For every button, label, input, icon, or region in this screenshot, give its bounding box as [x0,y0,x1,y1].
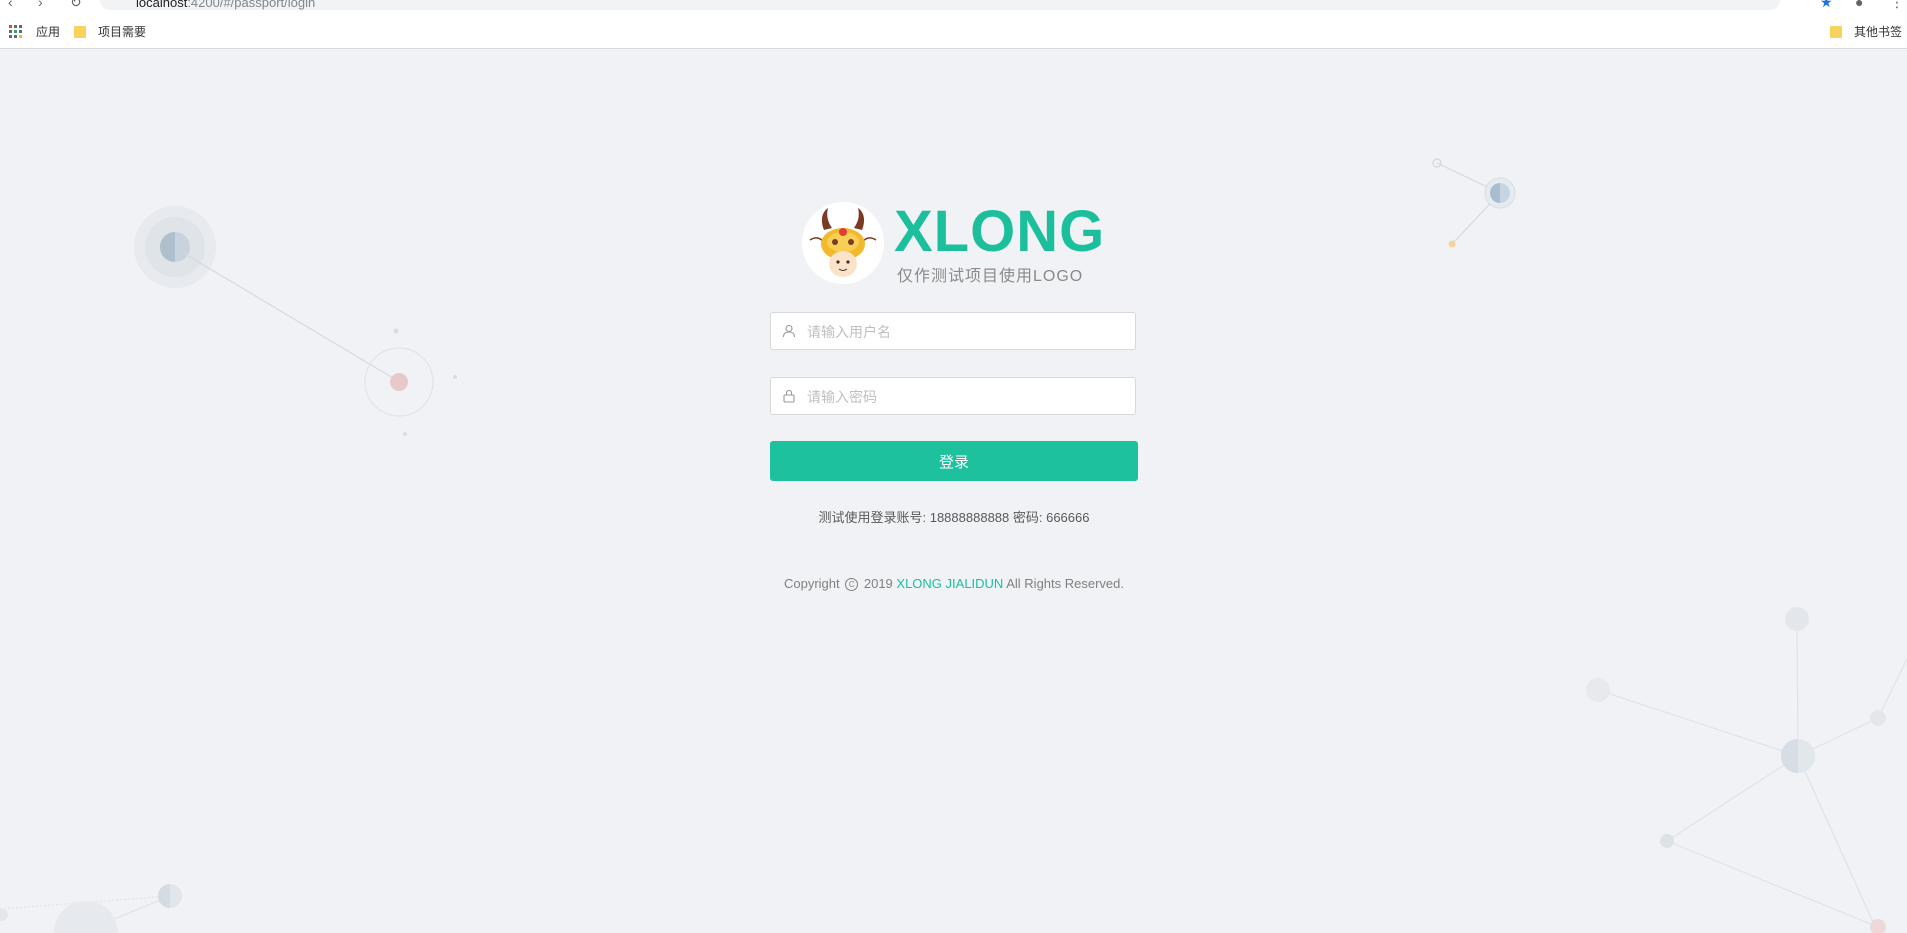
user-icon [782,324,796,338]
address-bar[interactable] [100,0,1780,10]
copyright-year: 2019 [863,576,893,591]
username-input[interactable] [805,313,1129,351]
menu-icon[interactable]: ⋮ [1890,0,1904,11]
password-input[interactable] [805,378,1129,416]
bookmark-folder-project[interactable]: 项目需要 [74,23,146,40]
forward-icon[interactable]: › [38,0,43,10]
logo-subtitle: 仅作测试项目使用LOGO [897,268,1084,285]
copyright-suffix: All Rights Reserved. [1006,576,1125,591]
back-icon[interactable]: ‹ [8,0,13,10]
logo-title: XLONG [894,199,1106,264]
password-field[interactable] [770,377,1136,416]
test-account-hint: 测试使用登录账号: 18888888888 密码: 666666 [818,510,1090,525]
lock-icon [783,389,795,403]
apps-icon [9,25,22,38]
reload-icon[interactable]: ↻ [70,0,82,11]
bookmark-other[interactable]: 其他书签 [1830,23,1902,40]
bookmark-folder-label: 项目需要 [98,25,147,39]
star-icon[interactable]: ★ [1820,0,1833,11]
dragon-logo-icon [802,202,884,284]
profile-icon[interactable]: ● [1855,0,1863,10]
address-text[interactable]: localhost:4200/#/passport/login [136,0,315,10]
login-button[interactable]: 登录 [770,441,1138,481]
bookmark-apps-label: 应用 [36,25,61,39]
bookmark-other-label: 其他书签 [1854,25,1903,39]
folder-icon [1830,25,1842,38]
bookmarks-bar: 应用 项目需要 其他书签 [0,12,1907,49]
copyright-footer: Copyright C 2019 XLONG JIALIDUN All Righ… [700,576,1208,591]
bookmark-apps[interactable]: 应用 [9,23,60,40]
background-network-decoration [0,158,1907,933]
logo: XLONG 仅作测试项目使用LOGO [802,199,1104,285]
username-field[interactable] [770,312,1136,351]
copyright-symbol-icon: C [845,578,859,591]
copyright-prefix: Copyright [783,576,840,591]
folder-icon [74,25,86,38]
copyright-brand-link[interactable]: XLONG JIALIDUN [896,576,1003,591]
